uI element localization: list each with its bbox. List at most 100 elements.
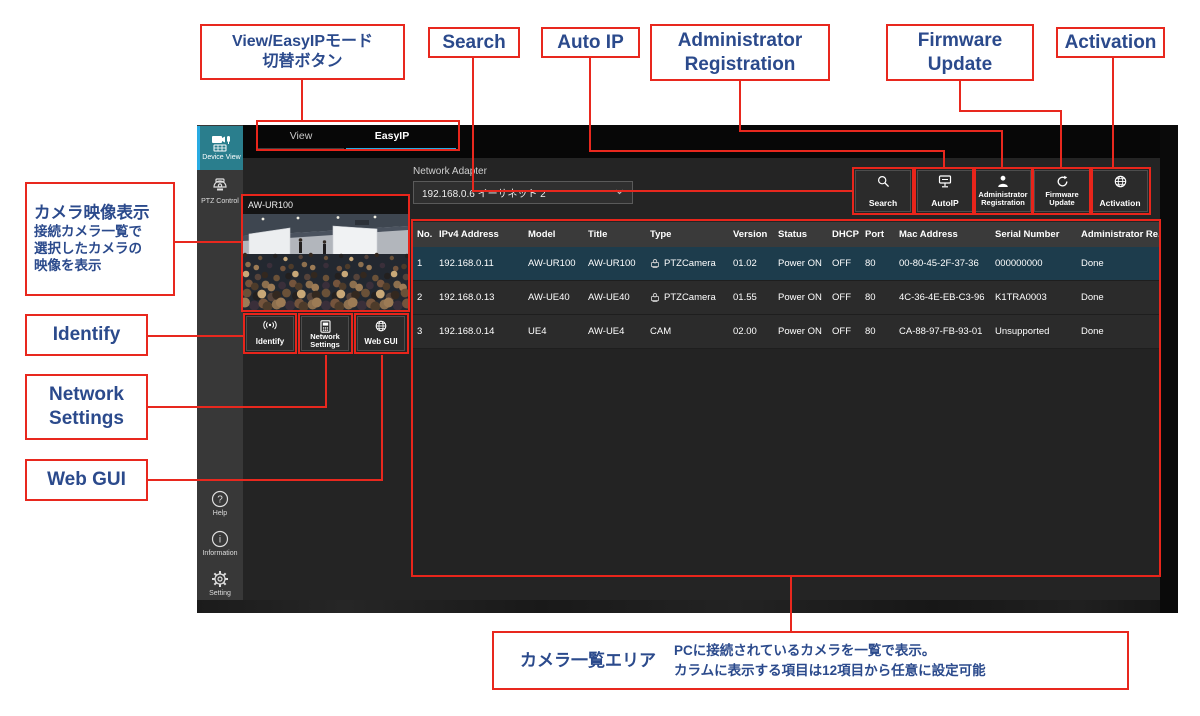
sidebar-item-information[interactable]: i Information bbox=[197, 530, 243, 558]
search-button-label: Search bbox=[869, 199, 897, 208]
table-row[interactable]: 3 192.168.0.14 UE4 AW-UE4 CAM 02.00 Powe… bbox=[413, 315, 1160, 349]
col-serial[interactable]: Serial Number bbox=[991, 229, 1077, 240]
sidebar-item-ptz-control[interactable]: PTZ Control bbox=[197, 176, 243, 210]
cell-status: Power ON bbox=[774, 326, 828, 337]
sidebar-item-label: Help bbox=[213, 510, 227, 517]
callout-auto-ip: Auto IP bbox=[541, 27, 640, 58]
col-model[interactable]: Model bbox=[524, 229, 584, 240]
sidebar-item-label: Information bbox=[202, 550, 237, 557]
network-adapter-label: Network Adapter bbox=[413, 166, 487, 177]
col-mac[interactable]: Mac Address bbox=[895, 229, 991, 240]
callout-search: Search bbox=[428, 27, 520, 58]
col-admin[interactable]: Administrator Re... bbox=[1077, 229, 1160, 240]
cell-serial: 000000000 bbox=[991, 258, 1077, 269]
firmware-update-button[interactable]: Firmware Update bbox=[1034, 170, 1090, 212]
refresh-icon bbox=[1056, 175, 1069, 188]
cell-type: CAM bbox=[646, 326, 729, 337]
callout-text: PCに接続されているカメラを一覧で表示。 bbox=[674, 643, 935, 658]
cell-version: 01.02 bbox=[729, 258, 774, 269]
search-button[interactable]: Search bbox=[855, 170, 911, 212]
tab-view[interactable]: View bbox=[257, 130, 345, 148]
sidebar-item-device-view[interactable]: Device View bbox=[197, 126, 243, 170]
callout-title: カメラ映像表示 bbox=[34, 203, 150, 224]
connector-mode-switch bbox=[301, 80, 303, 121]
connector-admin-v1 bbox=[739, 81, 741, 132]
connector-firmware-h bbox=[959, 110, 1062, 112]
sidebar-item-label: PTZ Control bbox=[201, 198, 239, 205]
label-line2: Update bbox=[1049, 198, 1074, 207]
ptz-camera-icon bbox=[650, 259, 660, 268]
cell-port: 80 bbox=[861, 326, 895, 337]
cell-dhcp: OFF bbox=[828, 258, 861, 269]
col-version[interactable]: Version bbox=[729, 229, 774, 240]
col-status[interactable]: Status bbox=[774, 229, 828, 240]
sidebar-item-setting[interactable]: Setting bbox=[197, 570, 243, 598]
network-settings-button[interactable]: Network Settings bbox=[301, 316, 349, 351]
cell-status: Power ON bbox=[774, 292, 828, 303]
cell-port: 80 bbox=[861, 292, 895, 303]
cell-no: 2 bbox=[413, 292, 435, 303]
administrator-registration-button[interactable]: Administrator Registration bbox=[975, 170, 1031, 212]
connector-identify bbox=[148, 335, 244, 337]
callout-identify: Identify bbox=[25, 314, 148, 356]
activation-button[interactable]: Activation bbox=[1092, 170, 1148, 212]
callout-text: Registration bbox=[685, 53, 796, 77]
autoip-button[interactable]: AutoIP bbox=[917, 170, 973, 212]
info-circle-icon: i bbox=[211, 530, 229, 548]
cell-title: AW-UE4 bbox=[584, 326, 646, 337]
col-type[interactable]: Type bbox=[646, 229, 729, 240]
connector-autoip-v1 bbox=[589, 58, 591, 152]
table-header-row: No. IPv4 Address Model Title Type Versio… bbox=[413, 222, 1160, 247]
gear-icon bbox=[211, 570, 229, 588]
network-settings-button-label: Network Settings bbox=[310, 333, 340, 350]
callout-web-gui: Web GUI bbox=[25, 459, 148, 501]
cell-model: UE4 bbox=[524, 326, 584, 337]
identify-button[interactable]: Identify bbox=[246, 316, 294, 351]
callout-administrator-registration: Administrator Registration bbox=[650, 24, 830, 81]
col-ipv4[interactable]: IPv4 Address bbox=[435, 229, 524, 240]
cell-admin: Done bbox=[1077, 292, 1160, 303]
camera-preview-image bbox=[243, 214, 408, 310]
preview-camera-name: AW-UR100 bbox=[243, 196, 408, 214]
tab-easyip[interactable]: EasyIP bbox=[346, 130, 438, 148]
sidebar-item-label: Device View bbox=[202, 154, 240, 161]
dome-camera-icon bbox=[210, 176, 230, 196]
web-gui-button[interactable]: Web GUI bbox=[357, 316, 405, 351]
cell-mac: CA-88-97-FB-93-01 bbox=[895, 326, 991, 337]
label-line2: Settings bbox=[310, 340, 340, 349]
connector-autoip-v2 bbox=[943, 150, 945, 168]
callout-text: 映像を表示 bbox=[34, 258, 102, 275]
sidebar-item-help[interactable]: ? Help bbox=[197, 490, 243, 518]
col-title[interactable]: Title bbox=[584, 229, 646, 240]
callout-text: Search bbox=[442, 31, 505, 55]
cell-version: 01.55 bbox=[729, 292, 774, 303]
connector-firmware-v1 bbox=[959, 81, 961, 112]
network-adapter-dropdown[interactable]: 192.168.0.6 イーサネット 2 bbox=[413, 181, 633, 204]
callout-text: 接続カメラ一覧で bbox=[34, 224, 142, 241]
cell-serial: Unsupported bbox=[991, 326, 1077, 337]
cell-status: Power ON bbox=[774, 258, 828, 269]
callout-text: 切替ボタン bbox=[262, 52, 342, 72]
web-gui-button-label: Web GUI bbox=[364, 338, 397, 347]
col-dhcp[interactable]: DHCP bbox=[828, 229, 861, 240]
table-row[interactable]: 1 192.168.0.11 AW-UR100 AW-UR100 PTZCame… bbox=[413, 247, 1160, 281]
label-line2: Registration bbox=[981, 198, 1025, 207]
magnifier-icon bbox=[877, 175, 890, 188]
connector-firmware-v2 bbox=[1060, 110, 1062, 168]
screenshot-canvas: View EasyIP Device View bbox=[0, 0, 1200, 716]
table-row[interactable]: 2 192.168.0.13 AW-UE40 AW-UE40 PTZCamera… bbox=[413, 281, 1160, 315]
connector-web-gui-h bbox=[148, 479, 383, 481]
person-icon bbox=[997, 175, 1009, 188]
connector-network-settings-h bbox=[148, 406, 327, 408]
col-port[interactable]: Port bbox=[861, 229, 895, 240]
connector-camera-view bbox=[175, 241, 242, 243]
cell-ip: 192.168.0.13 bbox=[435, 292, 524, 303]
cell-type-text: PTZCamera bbox=[664, 258, 716, 269]
callout-activation: Activation bbox=[1056, 27, 1165, 58]
callout-title: カメラ一覧エリア bbox=[520, 650, 656, 671]
tab-view-underline bbox=[258, 148, 344, 151]
identify-button-label: Identify bbox=[256, 338, 284, 347]
question-circle-icon: ? bbox=[211, 490, 229, 508]
cell-type: PTZCamera bbox=[646, 292, 729, 303]
col-no[interactable]: No. bbox=[413, 229, 435, 240]
